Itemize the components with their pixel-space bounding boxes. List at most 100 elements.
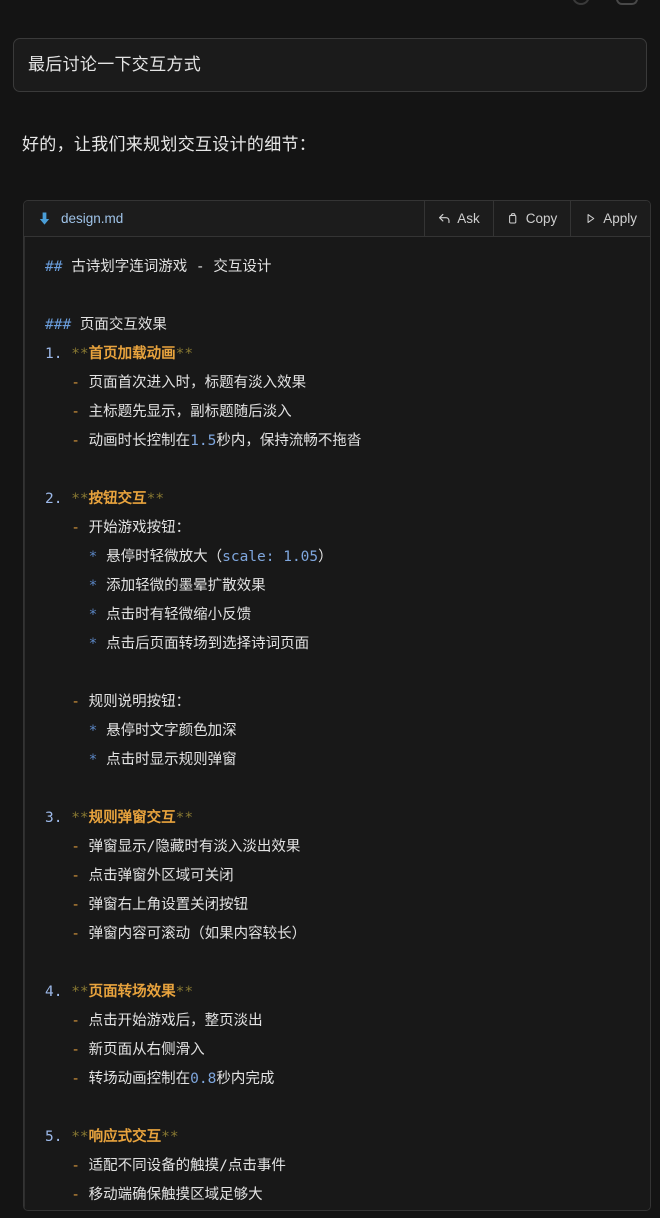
code-line: 2. **按钮交互** [24, 485, 650, 514]
ask-button[interactable]: Ask [424, 201, 493, 236]
code-token: ** [175, 810, 194, 826]
code-token: ** [146, 491, 165, 507]
window-topbar [0, 0, 660, 14]
code-token: - [45, 1071, 89, 1087]
code-token: - [45, 520, 89, 536]
code-block-header: design.md Ask Copy Apply [24, 201, 650, 237]
code-token: - [45, 897, 89, 913]
code-line: 1. **首页加载动画** [24, 340, 650, 369]
code-token: 点击时有轻微缩小反馈 [106, 607, 252, 623]
code-line: - 新页面从右侧滑入 [24, 1036, 650, 1065]
code-token: * [45, 607, 107, 623]
code-token: 悬停时轻微放大（ [106, 549, 223, 565]
code-token: - [45, 839, 89, 855]
code-line: * 悬停时轻微放大（scale: 1.05） [24, 543, 650, 572]
code-token: 点击弹窗外区域可关闭 [88, 868, 234, 884]
code-line: 5. **响应式交互** [24, 1123, 650, 1152]
code-line: * 添加轻微的墨晕扩散效果 [24, 572, 650, 601]
code-token: - [45, 868, 89, 884]
copy-button-label: Copy [525, 211, 558, 226]
code-line: ### 页面交互效果 [24, 311, 650, 340]
code-token: - [45, 404, 89, 420]
code-token: * [45, 723, 107, 739]
code-file-info[interactable]: design.md [24, 201, 424, 236]
code-line: - 弹窗右上角设置关闭按钮 [24, 891, 650, 920]
code-line: - 点击弹窗外区域可关闭 [24, 862, 650, 891]
code-token: 秒内，保持流畅不拖沓 [216, 433, 362, 449]
code-file-name: design.md [61, 211, 124, 226]
code-line: * 点击时显示规则弹窗 [24, 746, 650, 775]
code-line: - 弹窗内容可滚动（如果内容较长） [24, 920, 650, 949]
code-block-content[interactable]: ## 古诗划字连词游戏 - 交互设计 ### 页面交互效果 1. **首页加载动画… [24, 237, 650, 1211]
code-line: - 弹窗显示/隐藏时有淡入淡出效果 [24, 833, 650, 862]
code-token: 页面首次进入时，标题有淡入效果 [88, 375, 307, 391]
code-token: 弹窗显示/隐藏时有淡入淡出效果 [88, 839, 301, 855]
code-token: ** [175, 984, 194, 1000]
window-control-icon[interactable] [616, 0, 638, 5]
code-line: - 动画时长控制在1.5秒内，保持流畅不拖沓 [24, 427, 650, 456]
code-token: * [45, 578, 107, 594]
code-token: 1.5 [190, 433, 217, 449]
code-token: - [45, 433, 89, 449]
code-token: ** [71, 984, 89, 1000]
markdown-download-icon [39, 211, 50, 225]
code-token: 添加轻微的墨晕扩散效果 [106, 578, 266, 594]
code-token: 页面转场效果 [88, 984, 176, 1000]
assistant-intro-text: 好的，让我们来规划交互设计的细节： [22, 135, 317, 154]
code-token: 5. [45, 1129, 72, 1145]
reply-arrow-icon [439, 213, 450, 224]
code-token: 点击后页面转场到选择诗词页面 [106, 636, 310, 652]
code-token: ** [71, 1129, 89, 1145]
code-line: - 避免复杂的悬停效果（移动端不适用） [24, 1210, 650, 1211]
code-token: 动画时长控制在 [88, 433, 191, 449]
code-line: - 开始游戏按钮： [24, 514, 650, 543]
code-token: ** [161, 1129, 179, 1145]
code-line: ## 古诗划字连词游戏 - 交互设计 [24, 253, 650, 282]
code-line: * 点击后页面转场到选择诗词页面 [24, 630, 650, 659]
code-token: 按钮交互 [88, 491, 147, 507]
chevron-down-icon[interactable] [572, 0, 590, 5]
ask-button-label: Ask [457, 211, 480, 226]
code-token: ** [71, 810, 89, 826]
code-token: 首页加载动画 [88, 346, 176, 362]
code-token: 页面交互效果 [79, 317, 167, 333]
code-token: ### [45, 317, 80, 333]
code-token: 点击时显示规则弹窗 [106, 752, 237, 768]
code-token: 2. [45, 491, 72, 507]
code-line: 4. **页面转场效果** [24, 978, 650, 1007]
code-token: 响应式交互 [88, 1129, 162, 1145]
code-token: 悬停时文字颜色加深 [106, 723, 237, 739]
code-token: 新页面从右侧滑入 [88, 1042, 205, 1058]
code-line: - 规则说明按钮： [24, 688, 650, 717]
copy-button[interactable]: Copy [492, 201, 571, 236]
code-token: - [45, 1158, 89, 1174]
code-token: ## [45, 259, 72, 275]
code-token: * [45, 549, 107, 565]
apply-button[interactable]: Apply [570, 201, 650, 236]
code-token: 4. [45, 984, 72, 1000]
code-line: - 点击开始游戏后，整页淡出 [24, 1007, 650, 1036]
code-token: - [45, 1187, 89, 1203]
user-prompt-box[interactable]: 最后讨论一下交互方式 [13, 38, 647, 92]
code-token: ） [318, 549, 333, 565]
code-token: - [45, 1042, 89, 1058]
code-line: * 点击时有轻微缩小反馈 [24, 601, 650, 630]
copy-icon [508, 213, 517, 224]
code-token: 弹窗右上角设置关闭按钮 [88, 897, 249, 913]
code-token: 转场动画控制在 [88, 1071, 191, 1087]
code-token: - [45, 1013, 89, 1029]
user-prompt-text: 最后讨论一下交互方式 [28, 54, 201, 74]
code-line: - 页面首次进入时，标题有淡入效果 [24, 369, 650, 398]
code-token: 主标题先显示，副标题随后淡入 [88, 404, 292, 420]
code-token: 点击开始游戏后，整页淡出 [88, 1013, 263, 1029]
code-line: - 移动端确保触摸区域足够大 [24, 1181, 650, 1210]
code-token: * [45, 752, 107, 768]
code-line: - 适配不同设备的触摸/点击事件 [24, 1152, 650, 1181]
apply-button-label: Apply [603, 211, 637, 226]
code-token: 3. [45, 810, 72, 826]
